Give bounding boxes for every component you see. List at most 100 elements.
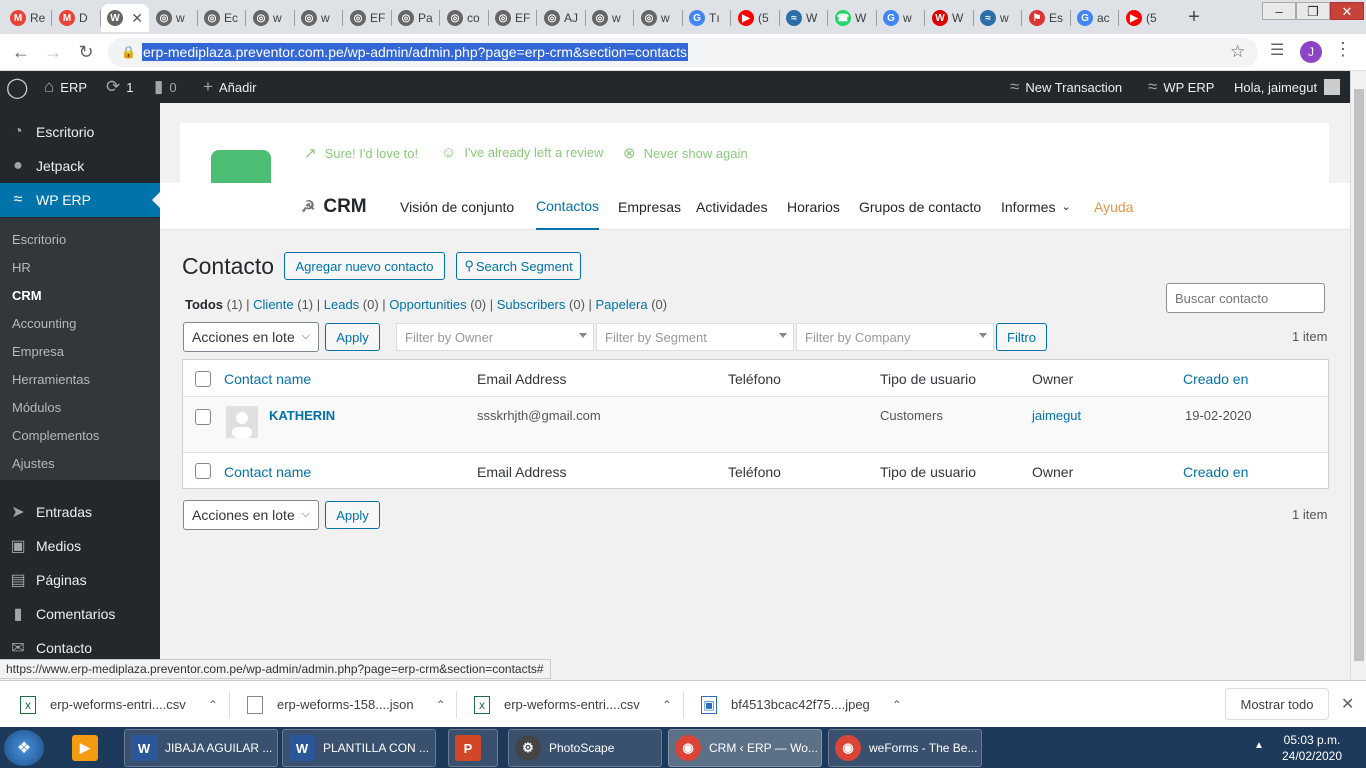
filter-company-select[interactable]: Filter by Company [796, 323, 994, 351]
profile-avatar[interactable]: J [1300, 41, 1322, 63]
browser-tab[interactable]: ◎ Pa [392, 4, 438, 32]
forward-icon[interactable]: → [40, 39, 66, 65]
bulk-actions-select-top[interactable]: Acciones en lote ⌵ [183, 322, 319, 352]
nav-grupos[interactable]: Grupos de contacto [859, 183, 981, 230]
new-transaction-link[interactable]: ≈ New Transaction [1010, 71, 1122, 103]
my-account-link[interactable]: Hola, jaimegut [1234, 71, 1341, 103]
browser-tab[interactable]: ◎ EF [344, 4, 390, 32]
browser-tab[interactable]: ▶ (5 [732, 4, 778, 32]
view-leads[interactable]: Leads [324, 297, 359, 312]
select-all-checkbox[interactable] [195, 371, 211, 387]
add-new-link[interactable]: + Añadir [203, 71, 257, 103]
browser-tab[interactable]: ◎ w [635, 4, 681, 32]
view-todos[interactable]: Todos [185, 297, 223, 312]
page-scrollbar[interactable] [1350, 71, 1366, 679]
browser-tab[interactable]: ◎ w [150, 4, 196, 32]
row-checkbox[interactable] [195, 409, 211, 425]
submenu-crm[interactable]: CRM [12, 288, 42, 303]
system-clock[interactable]: 05:03 p.m. 24/02/2020 [1272, 732, 1352, 764]
review-yes-link[interactable]: ↗ Sure! I'd love to! [304, 144, 418, 162]
submenu-herramientas[interactable]: Herramientas [12, 372, 90, 387]
bookmark-star-icon[interactable]: ☆ [1230, 42, 1245, 62]
maximize-button[interactable]: ❐ [1296, 2, 1330, 20]
menu-dashboard[interactable]: ◔ Escritorio [0, 115, 160, 149]
col-creado-footer[interactable]: Creado en [1183, 464, 1248, 480]
submenu-hr[interactable]: HR [12, 260, 31, 275]
chevron-up-icon[interactable]: ⌃ [892, 698, 902, 712]
taskbar-powerpoint[interactable]: P [448, 729, 498, 767]
taskbar-word-2[interactable]: W PLANTILLA CON ... [282, 729, 436, 767]
menu-medios[interactable]: ▣ Medios [0, 529, 160, 563]
download-item[interactable]: x erp-weforms-entri....csv ⌃ [20, 681, 218, 728]
download-item[interactable]: ▣ bf4513bcac42f75....jpeg ⌃ [701, 681, 902, 728]
nav-actividades[interactable]: Actividades [696, 183, 768, 230]
browser-tab[interactable]: ◎ co [441, 4, 487, 32]
browser-tab[interactable]: M Re [4, 4, 50, 32]
col-contact-name[interactable]: Contact name [224, 371, 311, 387]
submenu-empresa[interactable]: Empresa [12, 344, 64, 359]
media-queue-icon[interactable]: ☰ [1270, 40, 1284, 60]
browser-tab[interactable]: Gac [1071, 4, 1117, 32]
close-tab-icon[interactable]: ✕ [131, 10, 143, 27]
nav-contactos[interactable]: Contactos [536, 183, 600, 230]
submenu-modulos[interactable]: Módulos [12, 400, 61, 415]
submenu-escritorio[interactable]: Escritorio [12, 232, 66, 247]
contact-owner-link[interactable]: jaimegut [1032, 408, 1081, 423]
browser-tab[interactable]: ◎ Ec [198, 4, 244, 32]
search-contact-input[interactable] [1166, 283, 1325, 313]
browser-menu-icon[interactable]: ⋮ [1334, 39, 1352, 60]
menu-comentarios[interactable]: ▮ Comentarios [0, 597, 160, 631]
nav-ayuda[interactable]: Ayuda [1094, 183, 1133, 230]
show-all-downloads-button[interactable]: Mostrar todo [1225, 688, 1329, 720]
nav-horarios[interactable]: Horarios [787, 183, 840, 230]
back-icon[interactable]: ← [8, 39, 34, 65]
wordpress-logo-icon[interactable]: ◯ [6, 71, 34, 103]
comments-link[interactable]: ▮ 0 [154, 71, 177, 103]
browser-tab[interactable]: ▶ (5 [1120, 4, 1166, 32]
browser-tab[interactable]: ◎ w [586, 4, 632, 32]
download-item[interactable]: x erp-weforms-entri....csv ⌃ [474, 681, 672, 728]
chevron-up-icon[interactable]: ⌃ [436, 698, 446, 712]
view-opportunities[interactable]: Opportunities [389, 297, 466, 312]
submenu-accounting[interactable]: Accounting [12, 316, 76, 331]
nav-empresas[interactable]: Empresas [618, 183, 681, 230]
taskbar-chrome-crm[interactable]: ◉ CRM ‹ ERP — Wo... [668, 729, 822, 767]
filter-segment-select[interactable]: Filter by Segment [596, 323, 794, 351]
taskbar-photoscape[interactable]: ⚙ PhotoScape [508, 729, 662, 767]
new-tab-button[interactable]: + [1182, 6, 1206, 30]
browser-tab[interactable]: Gw [877, 4, 923, 32]
filter-owner-select[interactable]: Filter by Owner [396, 323, 594, 351]
browser-tab[interactable]: W ✕ [101, 4, 149, 32]
scrollbar-thumb[interactable] [1354, 89, 1364, 661]
taskbar-word-1[interactable]: W JIBAJA AGUILAR ... [124, 729, 278, 767]
add-contact-button[interactable]: Agregar nuevo contacto [284, 252, 445, 280]
nav-vision[interactable]: Visión de conjunto [400, 183, 514, 230]
close-icon[interactable]: ✕ [1341, 694, 1354, 714]
review-never-link[interactable]: ⊗ Never show again [623, 144, 748, 162]
start-button[interactable]: ❖ [4, 730, 44, 766]
browser-tab[interactable]: WW [926, 4, 972, 32]
view-cliente[interactable]: Cliente [253, 297, 293, 312]
site-name-link[interactable]: ⌂ ERP [44, 71, 87, 103]
browser-tab[interactable]: ◎ w [295, 4, 341, 32]
download-item[interactable]: erp-weforms-158....json ⌃ [247, 681, 446, 728]
browser-tab[interactable]: ☎ W [829, 4, 875, 32]
chevron-up-icon[interactable]: ⌃ [208, 698, 218, 712]
url-text[interactable]: erp-mediplaza.preventor.com.pe/wp-admin/… [142, 43, 688, 61]
contact-name-link[interactable]: KATHERIN [269, 408, 335, 423]
taskbar-media-player[interactable]: ▶ [66, 729, 110, 767]
browser-tab[interactable]: ◎ EF [489, 4, 535, 32]
browser-tab[interactable]: MD [53, 4, 99, 32]
minimize-button[interactable]: – [1262, 2, 1296, 20]
menu-wp-erp[interactable]: ≈ WP ERP [0, 183, 160, 217]
col-creado[interactable]: Creado en [1183, 371, 1248, 387]
review-already-link[interactable]: ☺ I've already left a review [441, 144, 603, 161]
submenu-ajustes[interactable]: Ajustes [12, 456, 55, 471]
nav-informes[interactable]: Informes ⌄ [1001, 183, 1071, 230]
wp-erp-link[interactable]: ≈ WP ERP [1148, 71, 1214, 103]
submenu-complementos[interactable]: Complementos [12, 428, 99, 443]
select-all-checkbox-footer[interactable] [195, 463, 211, 479]
updates-link[interactable]: ⟳ 1 [106, 71, 133, 103]
view-papelera[interactable]: Papelera [596, 297, 648, 312]
tray-expand-icon[interactable]: ▲ [1254, 740, 1264, 751]
